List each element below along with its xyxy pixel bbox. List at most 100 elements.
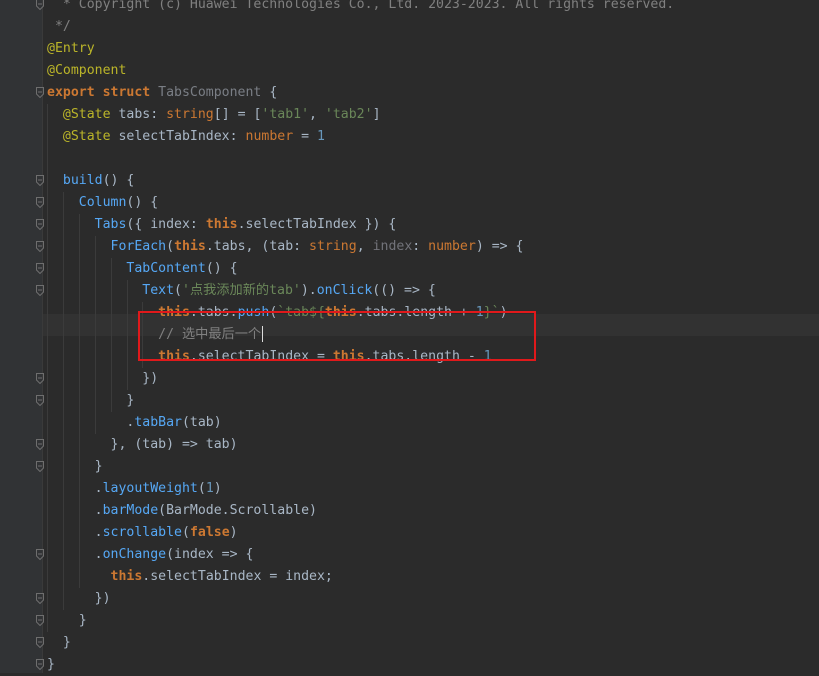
code-token: Column (78, 195, 127, 210)
code-line[interactable]: export struct TabsComponent { (0, 82, 819, 104)
code-line[interactable]: .barMode(BarMode.Scrollable) (0, 500, 819, 522)
code-token: . (47, 415, 135, 430)
code-text: } (47, 632, 71, 654)
code-line[interactable]: Text('点我添加新的tab').onClick(() => { (0, 280, 819, 302)
code-line[interactable]: } (0, 610, 819, 632)
code-text: .scrollable(false) (47, 522, 238, 544)
code-token: * Copyright (c) Huawei Technologies Co.,… (47, 0, 675, 12)
code-token: (() => { (372, 283, 436, 298)
code-token: this (174, 239, 206, 254)
code-token: } (47, 393, 135, 408)
code-token: } (47, 657, 55, 672)
code-token: , (356, 239, 373, 254)
code-token: (index => { (166, 547, 254, 562)
code-token: onClick (316, 283, 373, 298)
code-token: = (293, 129, 317, 144)
code-line[interactable]: } (0, 390, 819, 412)
code-text: @State selectTabIndex: number = 1 (47, 126, 325, 148)
code-token: { (261, 85, 278, 100)
code-line[interactable]: }, (tab) => tab) (0, 434, 819, 456)
code-token: (tab) (181, 415, 222, 430)
code-line[interactable]: }) (0, 368, 819, 390)
code-token: 'tab1' (261, 107, 310, 122)
code-line[interactable]: }) (0, 588, 819, 610)
code-token: ( (197, 481, 206, 496)
code-token: barMode (102, 503, 159, 518)
code-line[interactable]: TabContent() { (0, 258, 819, 280)
code-token: } (47, 459, 103, 474)
code-line[interactable]: * Copyright (c) Huawei Technologies Co.,… (0, 0, 819, 16)
code-editor[interactable]: * Copyright (c) Huawei Technologies Co.,… (0, 0, 819, 673)
code-token: ) (229, 525, 238, 540)
code-token: false (189, 525, 230, 540)
code-token: tabBar (134, 415, 182, 430)
code-token: . (47, 525, 103, 540)
annotation-highlight-box (138, 311, 536, 361)
code-text: } (47, 456, 103, 478)
code-token: number (245, 129, 294, 144)
code-line[interactable]: .tabBar(tab) (0, 412, 819, 434)
code-text: */ (47, 16, 71, 38)
code-token: @Entry (47, 41, 95, 56)
code-token: .selectTabIndex }) { (237, 217, 397, 232)
code-line[interactable]: Column() { (0, 192, 819, 214)
code-token: }, (tab) => tab) (47, 437, 238, 452)
code-text: build() { (47, 170, 134, 192)
code-line[interactable]: @Entry (0, 38, 819, 60)
code-text: .onChange(index => { (47, 544, 254, 566)
code-line[interactable]: } (0, 632, 819, 654)
code-text: } (47, 390, 134, 412)
code-token: '点我添加新的tab' (182, 283, 301, 298)
code-text: Tabs({ index: this.selectTabIndex }) { (47, 214, 397, 236)
code-line[interactable]: @Component (0, 60, 819, 82)
code-token: ( (181, 525, 190, 540)
code-token: string (309, 239, 357, 254)
code-text: } (47, 610, 87, 632)
code-token: 'tab2' (324, 107, 373, 122)
code-token: () { (102, 173, 135, 188)
code-token: () { (126, 195, 159, 210)
code-token: Tabs (94, 217, 127, 232)
code-line[interactable]: .scrollable(false) (0, 522, 819, 544)
code-text: .layoutWeight(1) (47, 478, 222, 500)
code-token: ) => { (475, 239, 524, 254)
code-token: @Component (47, 63, 127, 78)
code-token: } (47, 613, 87, 628)
code-token: scrollable (102, 525, 182, 540)
code-line[interactable] (0, 148, 819, 170)
code-text: }) (47, 368, 158, 390)
code-line[interactable]: @State selectTabIndex: number = 1 (0, 126, 819, 148)
code-token: selectTabIndex: (110, 129, 246, 144)
code-token: this (205, 217, 238, 232)
code-line[interactable]: } (0, 456, 819, 478)
code-token: , (309, 107, 325, 122)
code-token: . (47, 481, 103, 496)
code-token: . (47, 547, 103, 562)
code-text: @State tabs: string[] = ['tab1', 'tab2'] (47, 104, 381, 126)
code-token: () { (205, 261, 238, 276)
code-text: export struct TabsComponent { (47, 82, 277, 104)
code-text: Column() { (47, 192, 158, 214)
code-token: number (428, 239, 476, 254)
code-token: . (47, 503, 103, 518)
code-token: this (110, 569, 143, 584)
code-line[interactable]: build() { (0, 170, 819, 192)
code-line[interactable]: .onChange(index => { (0, 544, 819, 566)
code-line[interactable]: */ (0, 16, 819, 38)
code-text: this.selectTabIndex = index; (47, 566, 333, 588)
code-line[interactable]: @State tabs: string[] = ['tab1', 'tab2'] (0, 104, 819, 126)
code-line[interactable]: .layoutWeight(1) (0, 478, 819, 500)
code-line[interactable]: this.selectTabIndex = index; (0, 566, 819, 588)
code-line[interactable]: ForEach(this.tabs, (tab: string, index: … (0, 236, 819, 258)
code-text: ForEach(this.tabs, (tab: string, index: … (47, 236, 524, 258)
code-text: @Entry (47, 38, 95, 60)
code-token: } (47, 635, 71, 650)
code-text: }, (tab) => tab) (47, 434, 238, 456)
code-token: Text (142, 283, 175, 298)
code-token: onChange (102, 547, 167, 562)
code-text: @Component (47, 60, 126, 82)
code-line[interactable]: Tabs({ index: this.selectTabIndex }) { (0, 214, 819, 236)
